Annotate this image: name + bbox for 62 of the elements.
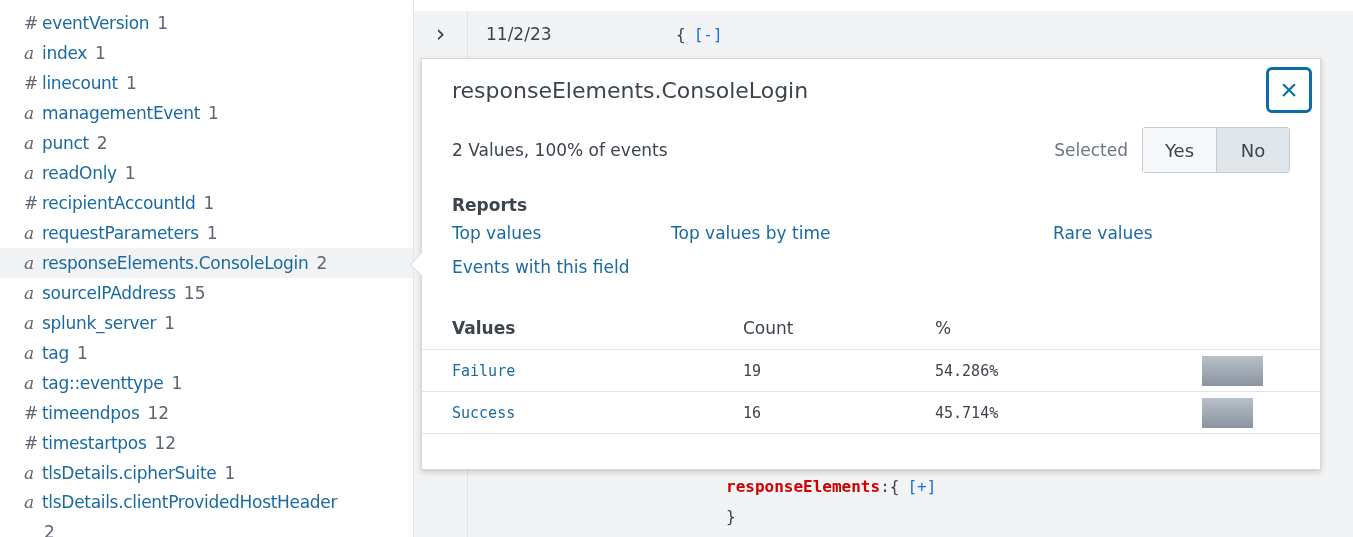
field-list-item[interactable]: a index 1 [0, 38, 413, 68]
json-colon: : [880, 476, 890, 496]
string-type-icon: a [24, 223, 42, 243]
report-link[interactable]: Events with this field [452, 257, 671, 277]
field-list-item[interactable]: # timestartpos 12 [0, 428, 413, 458]
values-summary: 2 Values, 100% of events [452, 140, 669, 160]
field-list-item[interactable]: # linecount 1 [0, 68, 413, 98]
string-type-icon: a [24, 313, 42, 333]
json-key: responseElements [726, 476, 881, 496]
field-list-item[interactable]: # timeendpos 12 [0, 398, 413, 428]
value-link[interactable]: Success [452, 404, 516, 422]
event-time: 11/2/23 [486, 24, 553, 44]
field-list-item[interactable]: a tag 1 [0, 338, 413, 368]
json-brace: { [889, 476, 900, 496]
json-brace: } [726, 506, 736, 526]
string-type-icon: a [24, 43, 42, 63]
field-list-item[interactable]: a readOnly 1 [0, 158, 413, 188]
field-list-item[interactable]: a sourceIPAddress 15 [0, 278, 413, 308]
value-link[interactable]: Failure [452, 362, 516, 380]
column-header: Count [742, 307, 934, 350]
field-list-item[interactable]: a requestParameters 1 [0, 218, 413, 248]
count-cell: 19 [742, 349, 934, 392]
json-brace: { [676, 24, 686, 44]
selected-toggle-option[interactable]: No [1216, 128, 1289, 172]
report-link[interactable]: Top values [452, 223, 671, 243]
percent-cell: 54.286% [934, 349, 1201, 392]
report-link[interactable]: Rare values [1053, 223, 1290, 243]
number-type-icon: # [24, 193, 42, 213]
field-list-item[interactable]: a responseElements.ConsoleLogin 2 [0, 248, 413, 278]
string-type-icon: a [24, 343, 42, 363]
field-list-item[interactable]: a managementEvent 1 [0, 98, 413, 128]
count-cell: 16 [742, 391, 934, 434]
number-type-icon: # [24, 433, 42, 453]
column-header: % [934, 307, 1201, 350]
string-type-icon: a [24, 283, 42, 303]
reports-heading: Reports [451, 194, 529, 215]
close-button[interactable]: × [1266, 67, 1312, 113]
field-list-item[interactable]: a punct 2 [0, 128, 413, 158]
number-type-icon: # [24, 403, 42, 423]
field-list-item[interactable]: # eventVersion 1 [0, 8, 413, 38]
number-type-icon: # [24, 73, 42, 93]
percent-cell: 45.714% [934, 391, 1201, 434]
expand-link[interactable]: [+] [907, 476, 937, 496]
number-type-icon: # [24, 13, 42, 33]
field-list-item[interactable]: a tag::eventtype 1 [0, 368, 413, 398]
string-type-icon: a [24, 492, 42, 512]
report-link[interactable]: Top values by time [671, 223, 1053, 243]
selected-label: Selected [1054, 140, 1128, 160]
field-list-item[interactable]: a tlsDetails.cipherSuite 1 [0, 458, 413, 488]
column-header: Values [422, 307, 742, 350]
string-type-icon: a [24, 463, 42, 483]
expand-icon[interactable]: › [435, 21, 446, 47]
collapse-link[interactable]: [-] [693, 24, 723, 44]
string-type-icon: a [24, 133, 42, 153]
selected-toggle-option[interactable]: Yes [1143, 128, 1216, 172]
field-list-item[interactable]: a splunk_server 1 [0, 308, 413, 338]
string-type-icon: a [24, 253, 42, 273]
string-type-icon: a [24, 163, 42, 183]
field-list-item[interactable]: # recipientAccountId 1 [0, 188, 413, 218]
popup-title: responseElements.ConsoleLogin [452, 77, 809, 103]
string-type-icon: a [24, 103, 42, 123]
string-type-icon: a [24, 373, 42, 393]
